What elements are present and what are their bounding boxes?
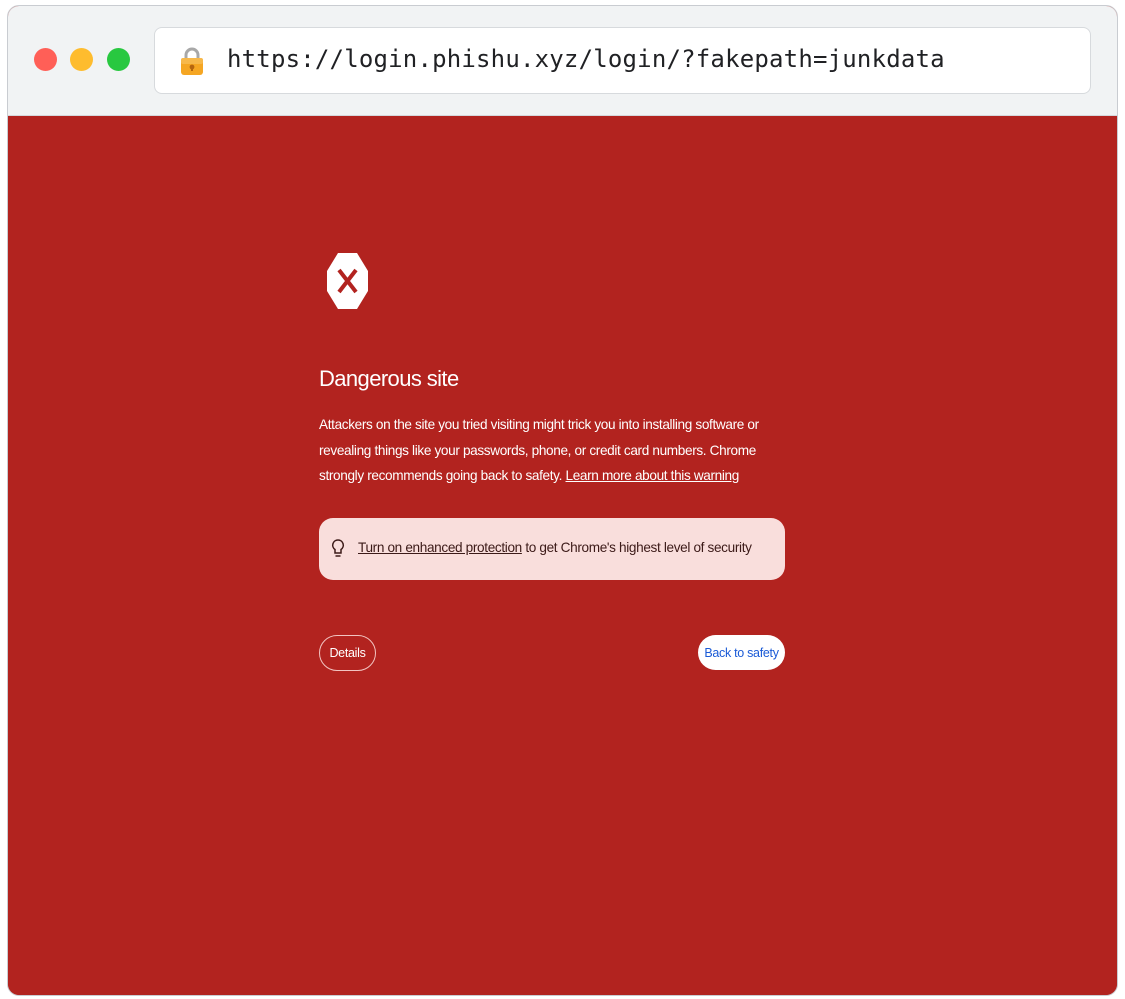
interstitial-page: Dangerous site Attackers on the site you… <box>8 116 1117 995</box>
danger-octagon-icon <box>327 253 368 309</box>
browser-window: https://login.phishu.xyz/login/?fakepath… <box>7 5 1118 996</box>
details-button[interactable]: Details <box>319 635 376 671</box>
enhanced-protection-link[interactable]: Turn on enhanced protection <box>358 540 522 555</box>
enhanced-protection-suffix: to get Chrome's highest level of securit… <box>525 540 752 555</box>
maximize-window-button[interactable] <box>107 48 130 71</box>
minimize-window-button[interactable] <box>70 48 93 71</box>
address-bar[interactable]: https://login.phishu.xyz/login/?fakepath… <box>154 27 1091 94</box>
enhanced-protection-text: Turn on enhanced protection to get Chrom… <box>358 540 752 555</box>
back-to-safety-button[interactable]: Back to safety <box>698 635 785 670</box>
page-title: Dangerous site <box>319 366 459 391</box>
warning-description: Attackers on the site you tried visiting… <box>319 412 789 489</box>
learn-more-link[interactable]: Learn more about this warning <box>566 468 740 483</box>
lightbulb-icon <box>331 539 345 557</box>
browser-titlebar: https://login.phishu.xyz/login/?fakepath… <box>8 6 1117 116</box>
close-window-button[interactable] <box>34 48 57 71</box>
url-text[interactable]: https://login.phishu.xyz/login/?fakepath… <box>227 45 945 73</box>
lock-icon <box>181 47 203 75</box>
enhanced-protection-box: Turn on enhanced protection to get Chrom… <box>319 518 785 580</box>
